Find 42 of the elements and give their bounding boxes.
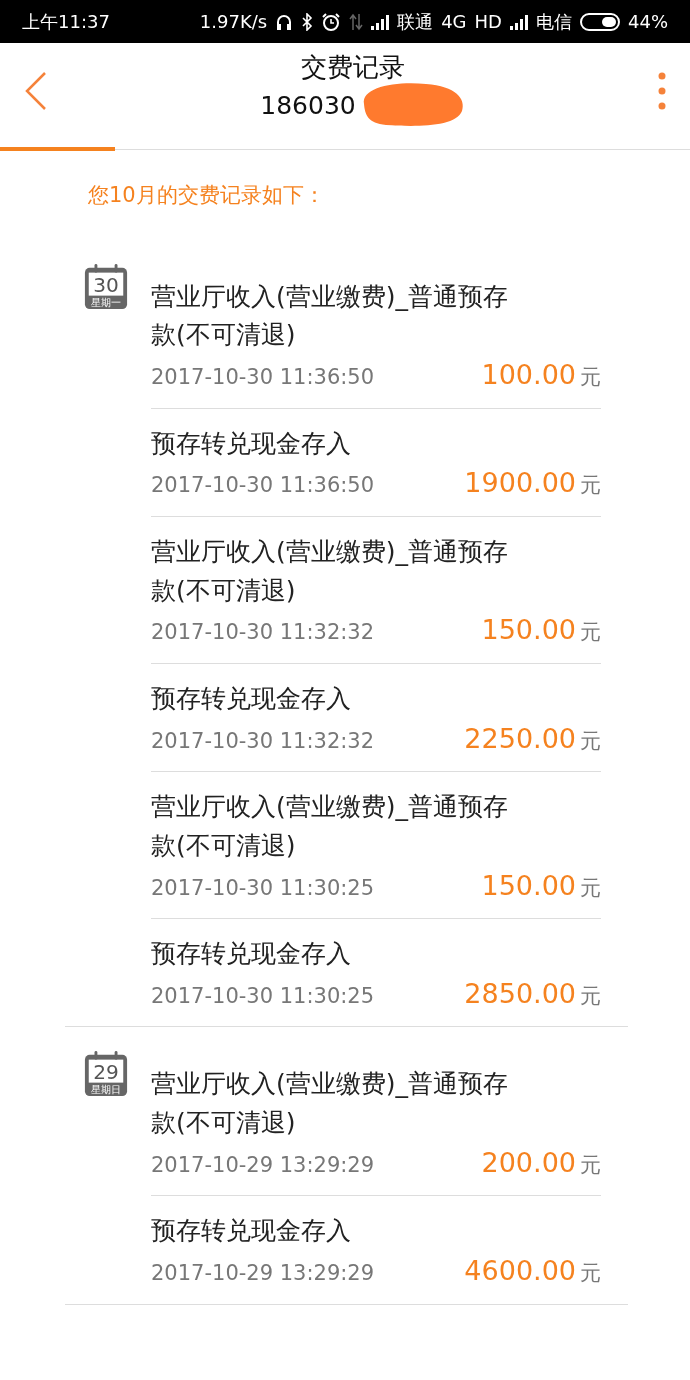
record-time: 2017-10-30 11:30:25: [151, 874, 375, 902]
currency-unit: 元: [580, 364, 601, 391]
record-title: 营业厅收入(营业缴费)_普通预存款(不可清退): [151, 280, 509, 352]
record-time: 2017-10-30 11:30:25: [151, 982, 375, 1010]
phone-number: 186030: [260, 91, 356, 122]
page-title: 交费记录: [301, 51, 405, 84]
record-title: 预存转兑现金存入: [151, 938, 352, 970]
record-amount: 200.00: [481, 1145, 576, 1180]
network-type: 4G: [441, 10, 467, 34]
currency-unit: 元: [580, 619, 601, 647]
record-title: 预存转兑现金存入: [151, 427, 352, 460]
record-title: 营业厅收入(营业缴费)_普通预存款(不可清退): [151, 791, 509, 862]
summary-text: 您10月的交费记录如下：: [87, 182, 325, 209]
record-time: 2017-10-30 11:36:50: [151, 364, 375, 391]
record-time: 2017-10-30 11:32:32: [151, 727, 375, 755]
record-amount: 2850.00: [464, 976, 576, 1011]
record-amount: 2250.00: [464, 721, 576, 756]
network-speed: 1.97K/s: [199, 10, 268, 34]
record-time: 2017-10-30 11:32:32: [151, 619, 375, 647]
record-amount: 150.00: [481, 613, 576, 648]
currency-unit: 元: [580, 874, 601, 902]
hd-label: HD: [474, 10, 502, 34]
currency-unit: 元: [580, 727, 601, 755]
clock-time: 上午11:37: [22, 10, 110, 34]
record-time: 2017-10-30 11:36:50: [151, 472, 375, 500]
record-amount: 1900.00: [464, 466, 576, 501]
record-title: 营业厅收入(营业缴费)_普通预存款(不可清退): [151, 1068, 509, 1139]
record-title: 预存转兑现金存入: [151, 1215, 352, 1248]
record-amount: 4600.00: [464, 1254, 576, 1288]
battery-percent: 44%: [628, 10, 668, 34]
currency-unit: 元: [580, 472, 601, 500]
record-title: 预存转兑现金存入: [151, 682, 352, 715]
record-amount: 150.00: [481, 868, 576, 903]
currency-unit: 元: [580, 982, 601, 1010]
currency-unit: 元: [580, 1151, 601, 1179]
record-title: 营业厅收入(营业缴费)_普通预存款(不可清退): [151, 535, 509, 607]
carrier-name: 联通: [397, 10, 434, 34]
currency-unit: 元: [580, 1260, 601, 1287]
carrier-name: 电信: [536, 10, 572, 34]
record-time: 2017-10-29 13:29:29: [151, 1260, 375, 1287]
record-time: 2017-10-29 13:29:29: [151, 1151, 375, 1179]
record-amount: 100.00: [481, 358, 576, 392]
